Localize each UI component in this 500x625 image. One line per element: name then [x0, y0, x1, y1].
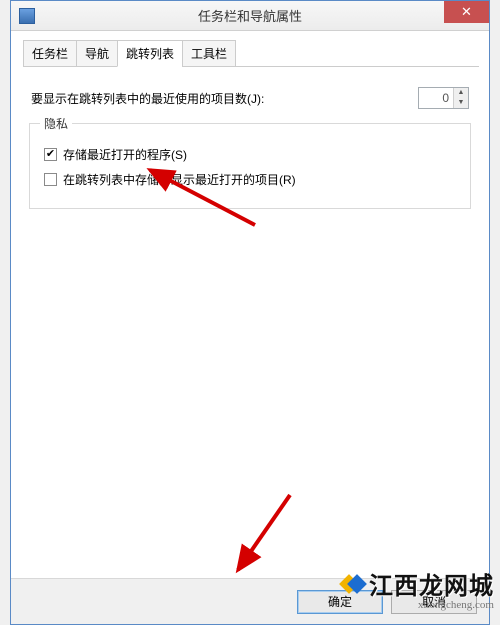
tab-jumplist[interactable]: 跳转列表 [117, 40, 183, 67]
title-bar: 任务栏和导航属性 ✕ [11, 1, 489, 31]
app-icon [19, 8, 35, 24]
checkbox-store-items-label: 在跳转列表中存储并显示最近打开的项目(R) [63, 171, 296, 188]
privacy-title: 隐私 [40, 115, 72, 132]
spinner-up-icon[interactable]: ▲ [454, 88, 468, 98]
recent-items-spinner[interactable]: 0 ▲ ▼ [418, 87, 469, 109]
recent-items-label: 要显示在跳转列表中的最近使用的项目数(J): [31, 90, 264, 107]
privacy-groupbox: 隐私 ✔ 存储最近打开的程序(S) 在跳转列表中存储并显示最近打开的项目(R) [29, 123, 471, 209]
close-button[interactable]: ✕ [444, 1, 489, 23]
checkbox-store-programs-row[interactable]: ✔ 存储最近打开的程序(S) [44, 146, 456, 163]
close-icon: ✕ [461, 4, 472, 20]
tab-taskbar[interactable]: 任务栏 [23, 40, 77, 67]
tab-toolbar[interactable]: 工具栏 [182, 40, 236, 67]
checkbox-store-programs[interactable]: ✔ [44, 148, 57, 161]
tabs: 任务栏 导航 跳转列表 工具栏 [23, 39, 479, 67]
recent-items-row: 要显示在跳转列表中的最近使用的项目数(J): 0 ▲ ▼ [31, 87, 469, 109]
watermark: 江西龙网城 xitongcheng.com [342, 566, 494, 611]
spinner-value[interactable]: 0 [419, 91, 453, 105]
watermark-text: 江西龙网城 [369, 574, 494, 600]
dialog-window: 任务栏和导航属性 ✕ 任务栏 导航 跳转列表 工具栏 要显示在跳转列表中的最近使… [10, 0, 490, 625]
tab-navigation[interactable]: 导航 [76, 40, 118, 67]
checkbox-store-items[interactable] [44, 173, 57, 186]
watermark-url: xitongcheng.com [342, 599, 494, 611]
spinner-buttons: ▲ ▼ [453, 88, 468, 108]
window-title: 任务栏和导航属性 [198, 6, 302, 25]
watermark-logo-icon [342, 572, 366, 596]
checkbox-store-programs-label: 存储最近打开的程序(S) [63, 146, 187, 163]
checkbox-store-items-row[interactable]: 在跳转列表中存储并显示最近打开的项目(R) [44, 171, 456, 188]
content-area: 任务栏 导航 跳转列表 工具栏 要显示在跳转列表中的最近使用的项目数(J): 0… [11, 31, 489, 231]
tab-page-jumplist: 要显示在跳转列表中的最近使用的项目数(J): 0 ▲ ▼ 隐私 ✔ 存储最近打开… [21, 67, 479, 223]
spinner-down-icon[interactable]: ▼ [454, 98, 468, 108]
